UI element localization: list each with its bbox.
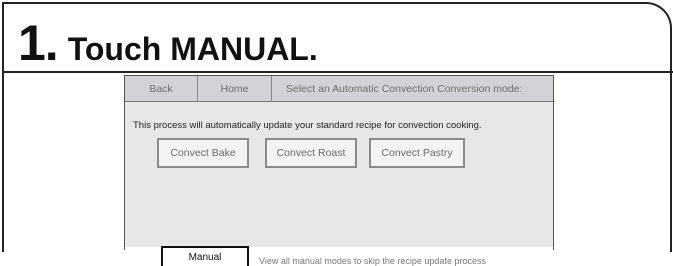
step-number: 1.: [18, 15, 59, 71]
mode-prompt: Select an Automatic Convection Conversio…: [286, 82, 523, 95]
home-button-label: Home: [220, 82, 249, 95]
convect-roast-button[interactable]: Convect Roast: [265, 138, 357, 168]
convect-pastry-label: Convect Pastry: [381, 147, 453, 159]
info-text: This process will automatically update y…: [133, 120, 482, 131]
heading-divider: [4, 71, 673, 73]
convect-bake-button[interactable]: Convect Bake: [157, 138, 249, 168]
convect-pastry-button[interactable]: Convect Pastry: [369, 138, 465, 168]
convect-roast-label: Convect Roast: [276, 147, 346, 159]
step-heading: 1. Touch MANUAL.: [18, 13, 318, 73]
step-instruction: Touch MANUAL.: [67, 31, 318, 67]
oven-control-screen: Back Home Select an Automatic Convection…: [124, 75, 554, 266]
manual-button[interactable]: Manual: [161, 246, 249, 266]
back-button[interactable]: Back: [125, 76, 198, 101]
manual-description: View all manual modes to skip the recipe…: [259, 256, 486, 266]
screen-top-bar: Back Home Select an Automatic Convection…: [125, 76, 553, 102]
convect-bake-label: Convect Bake: [170, 147, 236, 159]
manual-button-label: Manual: [188, 251, 222, 263]
home-button[interactable]: Home: [198, 76, 272, 101]
back-button-label: Back: [149, 82, 173, 95]
